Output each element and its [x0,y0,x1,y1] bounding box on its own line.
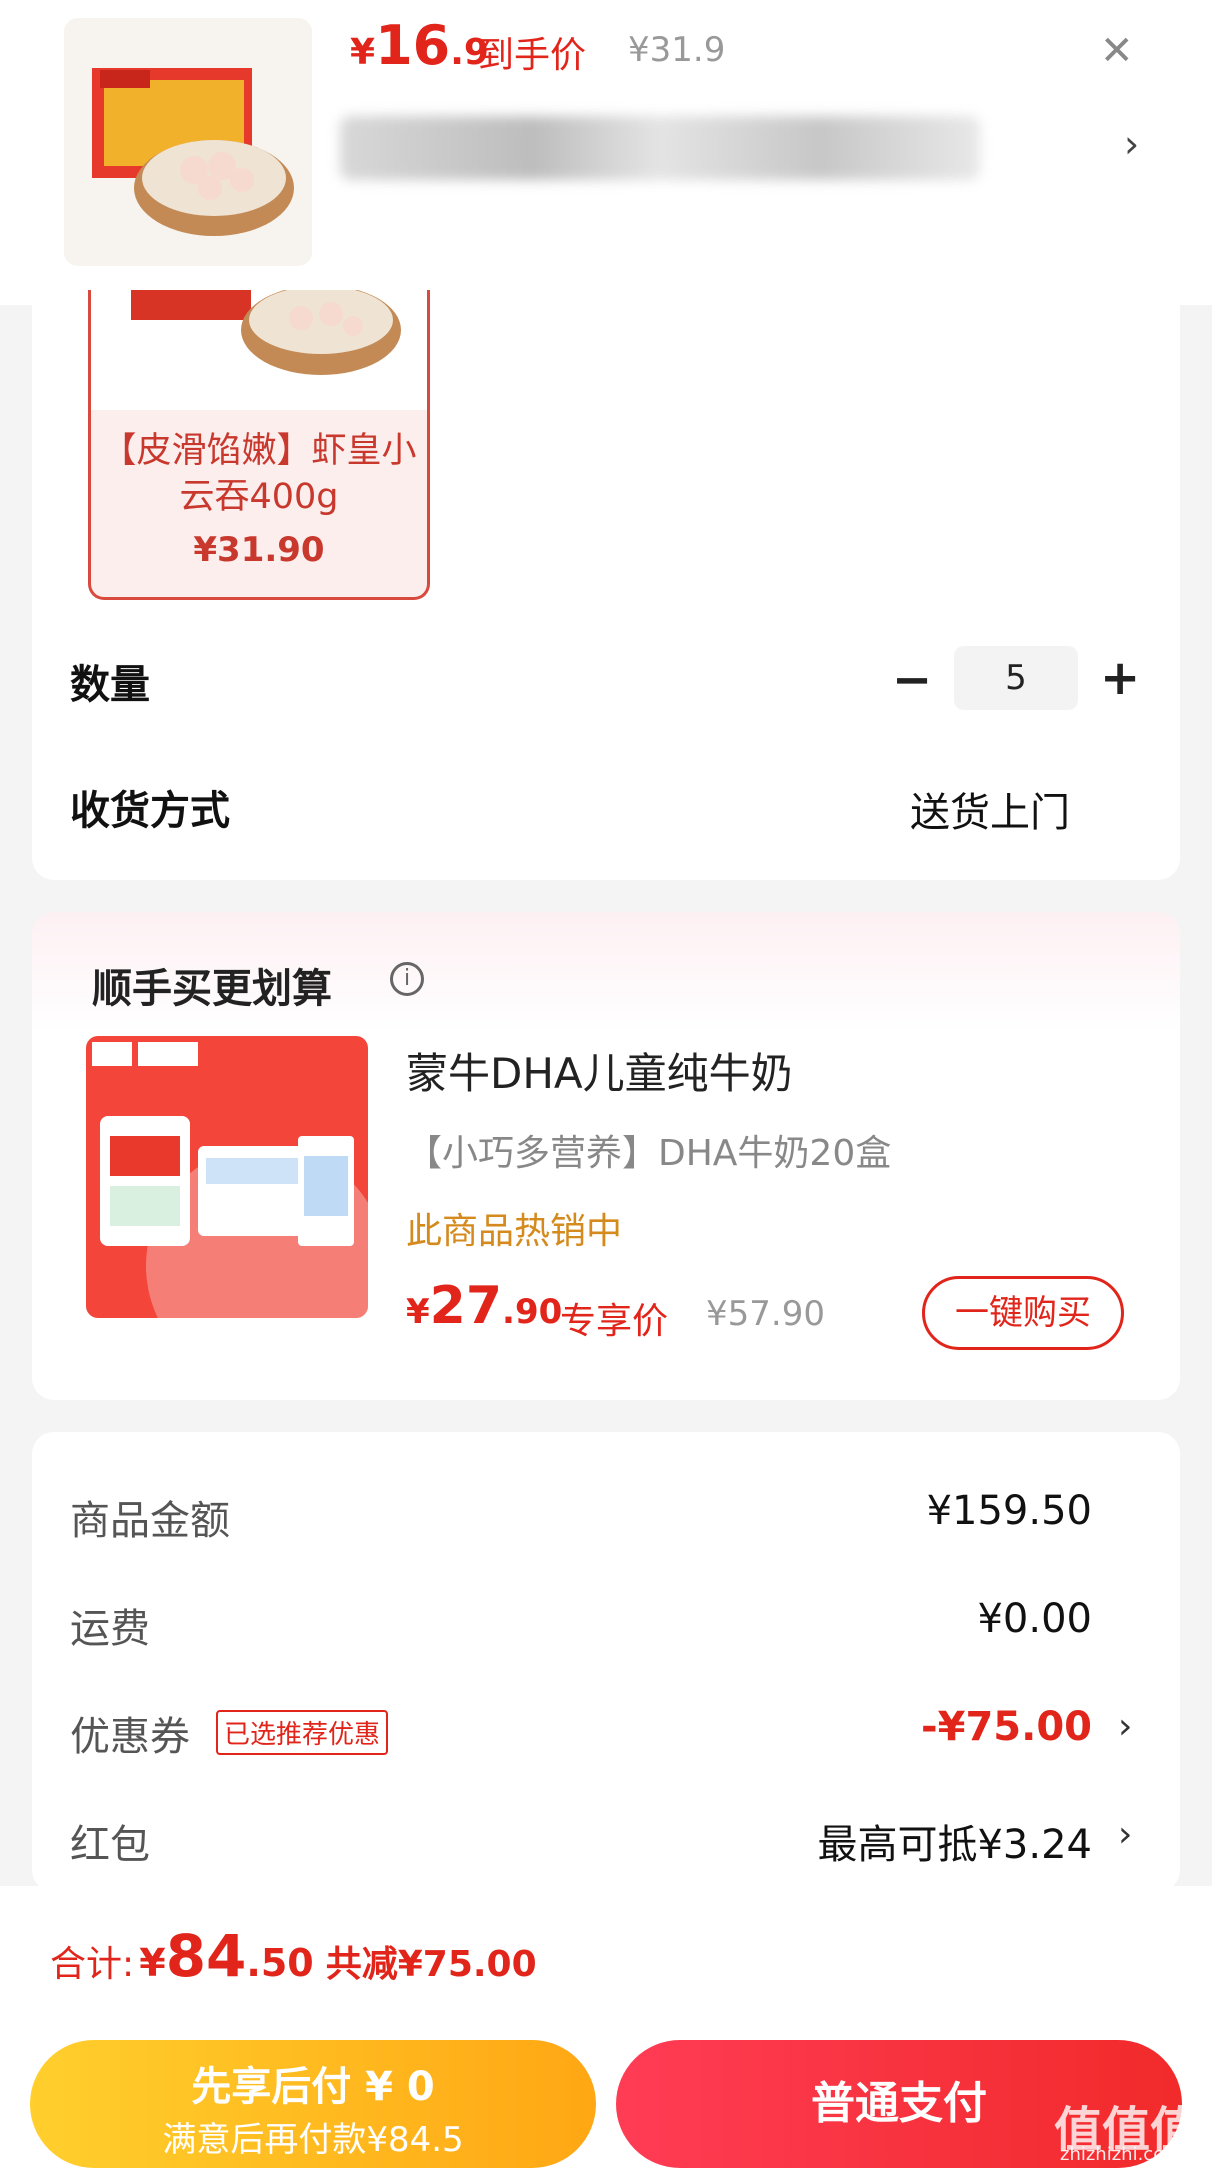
address-row[interactable] [340,116,980,180]
original-price: ¥31.9 [628,30,726,70]
product-thumbnail [64,18,312,266]
quantity-input[interactable]: 5 [954,646,1078,710]
pay-later-button[interactable]: 先享后付 ¥ 0 满意后再付款¥84.5 [30,2040,596,2168]
upsell-price-currency: ¥ [406,1292,430,1332]
sku-price: ¥31.90 [193,530,325,570]
quantity-label: 数量 [70,662,150,708]
sku-image [91,290,427,410]
product-header: ¥16.9 到手价 ¥31.9 ✕ › [0,0,1212,305]
sku-option-selected[interactable]: 【皮滑馅嫩】虾皇小云吞400g ¥31.90 [88,290,430,600]
upsell-title: 顺手买更划算 [92,966,332,1012]
one-click-buy-button[interactable]: 一键购买 [922,1276,1124,1350]
upsell-original-price: ¥57.90 [706,1294,825,1334]
upsell-hot-label: 此商品热销中 [406,1211,623,1252]
total-label: 合计: [50,1944,135,1985]
delivery-value[interactable]: 送货上门 [910,780,1070,838]
upsell-price: ¥27.90 [406,1276,562,1336]
header-price: ¥16.9 [350,14,489,77]
goods-amount-label: 商品金额 [70,1498,230,1544]
total-currency: ¥ [139,1941,166,1985]
close-icon[interactable]: ✕ [1100,28,1134,74]
pay-later-subtitle: 满意后再付款¥84.5 [162,2120,464,2160]
price-integer: 16 [375,14,451,77]
total-saved: 共减¥75.00 [325,1944,537,1985]
coupon-value[interactable]: -¥75.00 [921,1704,1092,1750]
coupon-label: 优惠券 [70,1714,190,1760]
quantity-plus-button[interactable]: + [1100,650,1140,706]
info-icon[interactable]: i [390,962,424,996]
shipping-label: 运费 [70,1606,150,1652]
quantity-minus-button[interactable]: − [892,652,932,708]
price-currency: ¥ [350,32,376,73]
upsell-price-integer: 27 [429,1276,503,1336]
coupon-badge: 已选推荐优惠 [216,1710,389,1755]
total-decimal: .50 [246,1941,314,1985]
shipping-value: ¥0.00 [977,1596,1092,1642]
goods-amount-value: ¥159.50 [926,1488,1092,1534]
total-row: 合计: ¥84.50 共减¥75.00 [50,1922,537,1990]
sku-title: 【皮滑馅嫩】虾皇小云吞400g [101,431,417,517]
red-packet-value[interactable]: 最高可抵¥3.24 [817,1812,1092,1870]
pay-later-title: 先享后付 ¥ 0 [191,2064,435,2110]
chevron-right-icon[interactable]: › [1124,122,1139,166]
red-packet-label: 红包 [70,1822,150,1868]
upsell-product-name[interactable]: 蒙牛DHA儿童纯牛奶 [406,1040,793,1101]
upsell-price-decimal: .90 [502,1292,563,1332]
coupon-chevron-icon[interactable]: › [1118,1706,1132,1747]
total-integer: 84 [165,1922,247,1990]
price-tag-label: 到手价 [478,35,587,76]
red-packet-chevron-icon[interactable]: › [1118,1814,1132,1855]
upsell-product-image[interactable] [86,1036,368,1318]
watermark-url: zhizhizhi.com [1060,2144,1182,2165]
upsell-product-subtitle: 【小巧多营养】DHA牛奶20盒 [406,1133,892,1174]
upsell-price-tag: 专享价 [560,1301,669,1342]
delivery-label: 收货方式 [70,788,230,834]
